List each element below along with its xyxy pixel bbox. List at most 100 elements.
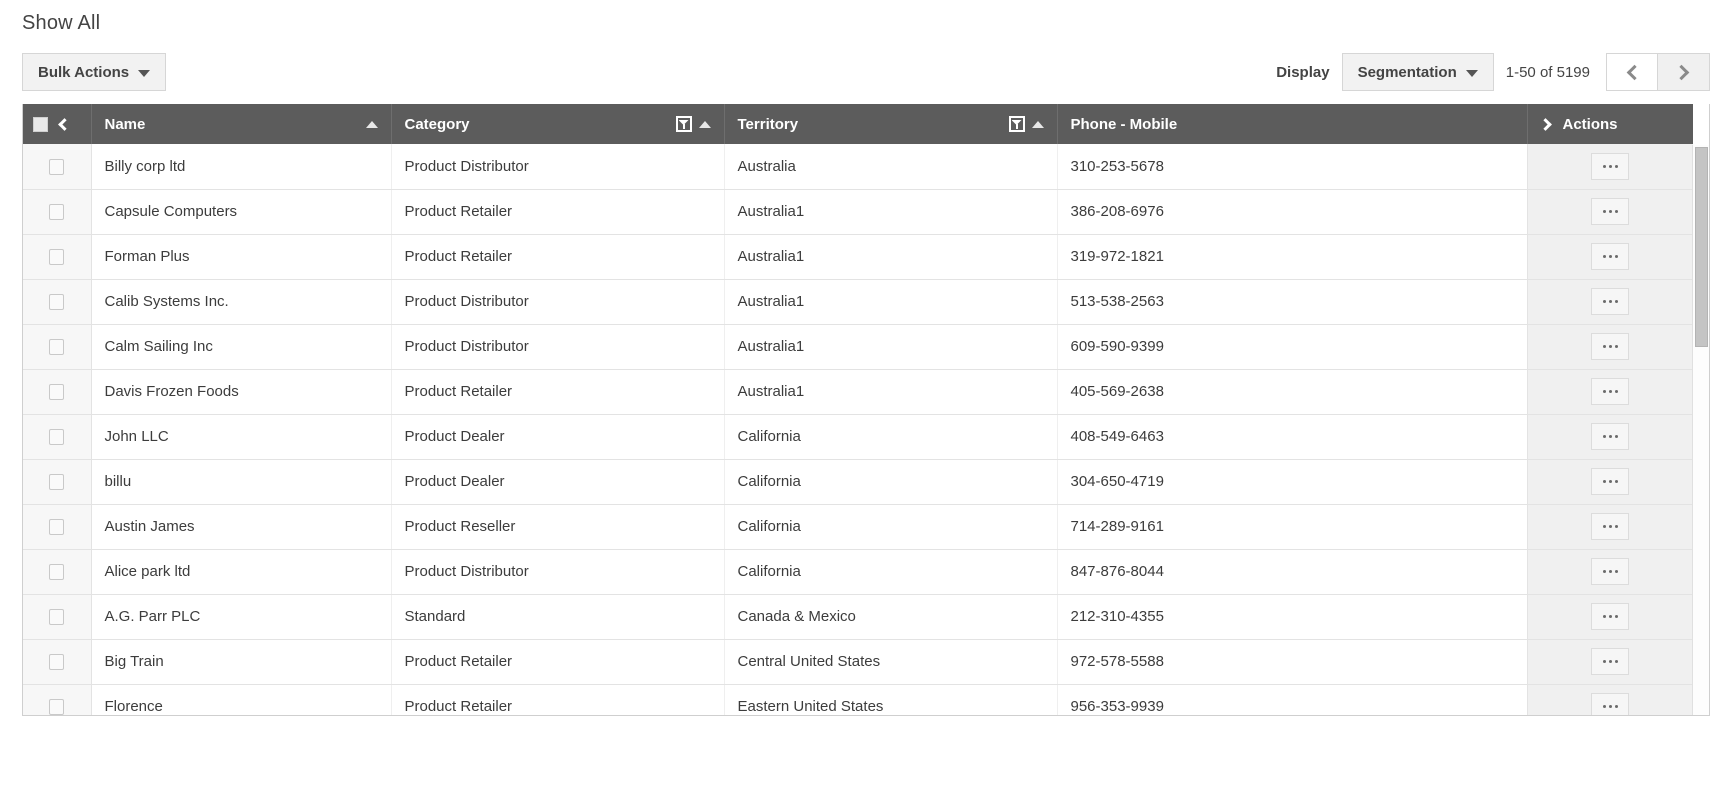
table-row[interactable]: Calm Sailing Inc Product Distributor Austr…: [23, 324, 1693, 370]
cell-name[interactable]: Alice park ltd: [91, 549, 392, 595]
ellipsis-icon[interactable]: [1591, 693, 1630, 715]
cell-name[interactable]: Calib Systems Inc.: [91, 279, 392, 325]
row-actions-cell: [1527, 459, 1693, 505]
row-checkbox[interactable]: [49, 204, 65, 221]
select-all-checkbox[interactable]: [33, 116, 48, 132]
cell-name[interactable]: Calm Sailing Inc: [91, 324, 392, 370]
row-checkbox[interactable]: [49, 158, 65, 175]
cell-phone: 310-253-5678: [1057, 144, 1528, 190]
bulk-actions-button[interactable]: Bulk Actions: [22, 53, 167, 91]
cell-name[interactable]: Davis Frozen Foods: [91, 369, 392, 415]
cell-phone: 408-549-6463: [1057, 414, 1528, 460]
cell-name[interactable]: Forman Plus: [91, 234, 392, 280]
ellipsis-icon[interactable]: [1591, 288, 1630, 315]
column-header-category[interactable]: Category: [391, 104, 725, 144]
cell-territory: Australia: [724, 144, 1058, 190]
row-select-cell: [23, 189, 92, 235]
row-checkbox[interactable]: [49, 699, 65, 715]
cell-phone: 956-353-9939: [1057, 684, 1528, 715]
row-select-cell: [23, 324, 92, 370]
cell-phone: 212-310-4355: [1057, 594, 1528, 640]
ellipsis-icon[interactable]: [1591, 378, 1630, 405]
row-checkbox[interactable]: [49, 429, 65, 446]
column-header-phone-mobile[interactable]: Phone - Mobile: [1057, 104, 1528, 144]
scrollbar-thumb[interactable]: [1695, 147, 1708, 347]
cell-name[interactable]: John LLC: [91, 414, 392, 460]
table-row[interactable]: Billy corp ltd Product Distributor Austral…: [23, 144, 1693, 190]
row-checkbox[interactable]: [49, 654, 65, 671]
cell-name[interactable]: Austin James: [91, 504, 392, 550]
segmentation-dropdown[interactable]: Segmentation: [1341, 53, 1494, 91]
table-row[interactable]: Forman Plus Product Retailer Australia1 319…: [23, 234, 1693, 280]
cell-name[interactable]: A.G. Parr PLC: [91, 594, 392, 640]
row-select-cell: [23, 594, 92, 640]
list-toolbar: Bulk Actions Display Segmentation 1-50 o…: [22, 53, 1710, 91]
cell-name[interactable]: Florence: [91, 684, 392, 715]
chevron-right-icon[interactable]: [1538, 117, 1552, 131]
cell-phone: 609-590-9399: [1057, 324, 1528, 370]
table-row[interactable]: A.G. Parr PLC Standard Canada & Mexico 212-…: [23, 594, 1693, 640]
filter-funnel-icon[interactable]: [675, 116, 692, 132]
table-row[interactable]: Alice park ltd Product Distributor Califor…: [23, 549, 1693, 595]
row-checkbox[interactable]: [49, 384, 65, 401]
chevron-right-icon: [1673, 64, 1690, 80]
cell-name[interactable]: Billy corp ltd: [91, 144, 392, 190]
ellipsis-icon[interactable]: [1591, 468, 1630, 495]
ellipsis-icon[interactable]: [1591, 198, 1630, 225]
column-header-territory[interactable]: Territory: [724, 104, 1058, 144]
table-row[interactable]: Florence Product Retailer Eastern United S…: [23, 684, 1693, 715]
ellipsis-icon[interactable]: [1591, 152, 1630, 180]
table-row[interactable]: billu Product Dealer California 304-650-471…: [23, 459, 1693, 505]
filter-funnel-icon[interactable]: [1008, 116, 1025, 132]
ellipsis-icon[interactable]: [1591, 603, 1630, 630]
table-row[interactable]: Davis Frozen Foods Product Retailer Austra…: [23, 369, 1693, 415]
row-checkbox[interactable]: [49, 474, 65, 491]
table-row[interactable]: Big Train Product Retailer Central United …: [23, 639, 1693, 685]
segmentation-label: Segmentation: [1357, 63, 1457, 81]
row-checkbox[interactable]: [49, 609, 65, 626]
row-actions-cell: [1527, 279, 1693, 325]
select-all-group: [33, 116, 81, 132]
row-checkbox[interactable]: [49, 249, 65, 266]
table-row[interactable]: John LLC Product Dealer California 408-549-…: [23, 414, 1693, 460]
row-checkbox[interactable]: [49, 564, 65, 581]
ellipsis-icon[interactable]: [1591, 513, 1630, 540]
table-row[interactable]: Calib Systems Inc. Product Distributor Aus…: [23, 279, 1693, 325]
table-row[interactable]: Austin James Product Reseller California 71…: [23, 504, 1693, 550]
ellipsis-icon[interactable]: [1591, 333, 1630, 360]
record-range-label: 1-50 of 5199: [1505, 63, 1590, 81]
cell-category: Product Retailer: [391, 639, 725, 685]
row-actions-cell: [1527, 144, 1693, 190]
table-row[interactable]: Capsule Computers Product Retailer Austral…: [23, 189, 1693, 235]
row-checkbox[interactable]: [49, 339, 65, 356]
previous-page-button[interactable]: [1606, 53, 1658, 91]
ellipsis-icon[interactable]: [1591, 558, 1630, 585]
next-page-button[interactable]: [1658, 53, 1710, 91]
cell-name[interactable]: Big Train: [91, 639, 392, 685]
row-actions-cell: [1527, 684, 1693, 715]
row-select-cell: [23, 279, 92, 325]
ellipsis-icon[interactable]: [1591, 423, 1630, 450]
cell-category: Product Distributor: [391, 324, 725, 370]
cell-phone: 714-289-9161: [1057, 504, 1528, 550]
table-vertical-scrollbar[interactable]: [1692, 145, 1709, 715]
ellipsis-icon[interactable]: [1591, 243, 1630, 270]
row-actions-cell: [1527, 234, 1693, 280]
sort-ascending-icon[interactable]: [1031, 120, 1044, 128]
cell-territory: Canada & Mexico: [724, 594, 1058, 640]
sort-ascending-icon[interactable]: [698, 120, 711, 128]
cell-name[interactable]: Capsule Computers: [91, 189, 392, 235]
display-label: Display: [1276, 63, 1330, 81]
ellipsis-icon[interactable]: [1591, 648, 1630, 675]
column-header-territory-label: Territory: [737, 115, 799, 133]
bulk-actions-label: Bulk Actions: [38, 63, 130, 81]
row-select-cell: [23, 504, 92, 550]
sort-ascending-icon[interactable]: [365, 120, 378, 128]
column-header-name[interactable]: Name: [91, 104, 392, 144]
row-checkbox[interactable]: [49, 519, 65, 536]
row-actions-cell: [1527, 324, 1693, 370]
row-select-cell: [23, 459, 92, 505]
row-checkbox[interactable]: [49, 294, 65, 311]
cell-name[interactable]: billu: [91, 459, 392, 505]
chevron-left-icon[interactable]: [58, 117, 71, 131]
